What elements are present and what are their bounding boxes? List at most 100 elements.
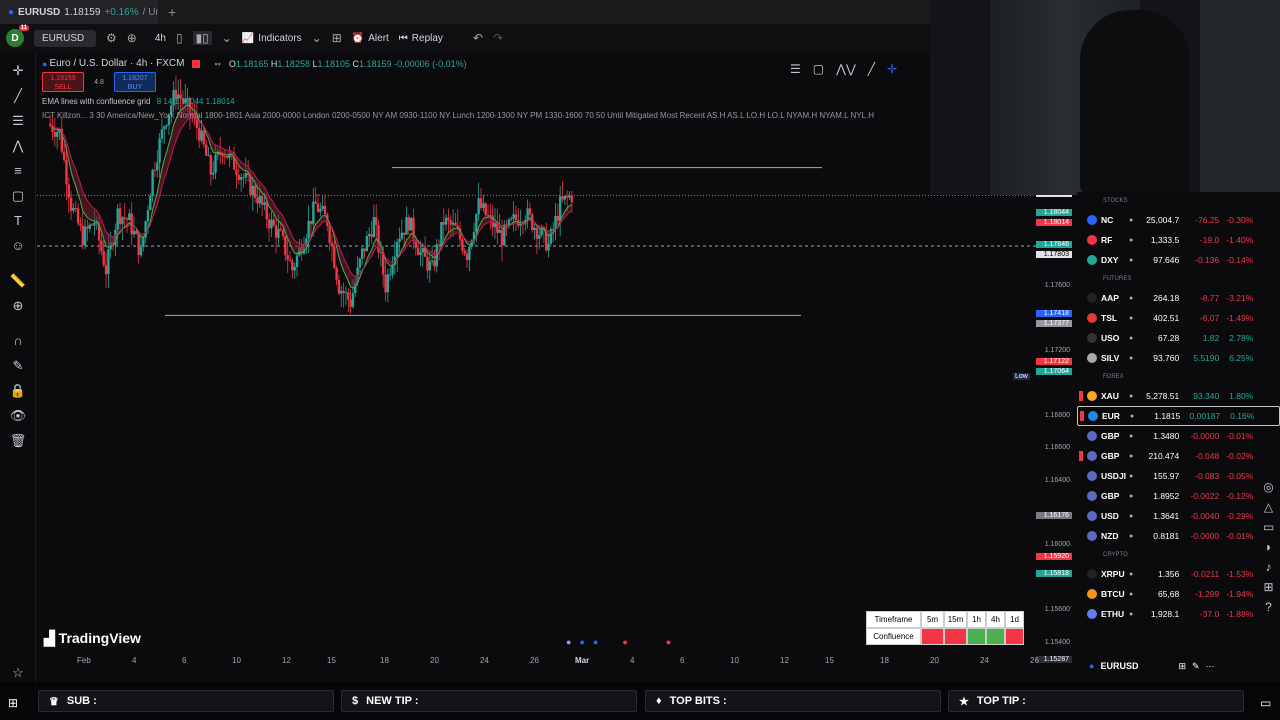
- watchlist-row[interactable]: GBP ● 1.8952 -0.0022 -0.12%: [1077, 486, 1280, 506]
- buy-button[interactable]: 1.18207 BUY: [114, 72, 156, 92]
- symbol-logo-icon: [1087, 451, 1097, 461]
- line-icon[interactable]: ╱: [868, 62, 875, 76]
- event-flag-icon[interactable]: ●: [579, 637, 584, 647]
- zoom-icon[interactable]: ⊕: [0, 293, 36, 318]
- chevron-down-icon[interactable]: ⌄: [312, 31, 322, 45]
- event-icon[interactable]: ●: [566, 637, 571, 647]
- chat-icon[interactable]: ▭: [1260, 696, 1271, 710]
- pattern-icon[interactable]: ⋀: [0, 133, 36, 158]
- us-flag-icon[interactable]: ●: [622, 637, 627, 647]
- bell-icon[interactable]: ♪: [1266, 560, 1272, 574]
- watchlist-row[interactable]: SILV ● 93.760 5.5190 6.25%: [1077, 348, 1280, 368]
- candle-body: [342, 290, 345, 294]
- watchlist-row[interactable]: TSL ● 402.51 -6.07 -1.49%: [1077, 308, 1280, 328]
- top-bits-panel: ♦ TOP BITS :: [645, 690, 941, 712]
- grid-icon[interactable]: ⊞: [1263, 580, 1273, 594]
- watchlist-section-title[interactable]: FUTURES: [1077, 270, 1280, 288]
- symbol-search[interactable]: EURUSD: [34, 29, 96, 47]
- replay-label: Replay: [411, 32, 443, 44]
- sell-button[interactable]: 1.18159 SELL: [42, 72, 84, 92]
- event-flag-icon[interactable]: ●: [593, 637, 598, 647]
- emoji-icon[interactable]: ☺: [0, 233, 36, 258]
- price-chart[interactable]: [37, 52, 1077, 682]
- fib-icon[interactable]: ≡: [0, 158, 36, 183]
- more-dots-icon[interactable]: ▪▪: [214, 59, 220, 69]
- watchlist-row[interactable]: AAP ● 264.18 -8.77 -3.21%: [1077, 288, 1280, 308]
- list-icon[interactable]: ☰: [790, 62, 801, 76]
- us-flag-icon[interactable]: ●: [666, 637, 671, 647]
- chevron-down-icon[interactable]: ⌄: [222, 31, 232, 45]
- watch-symbol: TSL: [1101, 313, 1118, 323]
- crosshair-icon[interactable]: ✛: [0, 58, 36, 83]
- watchlist-row[interactable]: NC ● 25,004.7 -76.25 -0.30%: [1077, 210, 1280, 230]
- shape-icon[interactable]: ▢: [0, 183, 36, 208]
- indicators-button[interactable]: 📈 Indicators: [242, 33, 302, 44]
- horizontal-lines-icon[interactable]: ☰: [0, 108, 36, 133]
- magnet-icon[interactable]: ∩: [0, 328, 36, 353]
- help-icon[interactable]: ?: [1265, 600, 1272, 614]
- watchlist-section-title[interactable]: STOCKS: [1077, 192, 1280, 210]
- watchlist-section-title[interactable]: FOREX: [1077, 368, 1280, 386]
- watchlist-row[interactable]: NZD ● 0.8181 -0.0000 -0.01%: [1077, 526, 1280, 546]
- ruler-icon[interactable]: 📏: [0, 268, 36, 293]
- time-axis[interactable]: Feb 4 6 10 12 15 18 20 24 26 Mar 4 6 10 12 15 18 20 24 26: [37, 654, 1067, 668]
- watchlist-row[interactable]: USO ● 67.28 1.82 2.78%: [1077, 328, 1280, 348]
- alert-button[interactable]: ⏰ Alert: [352, 33, 389, 44]
- watch-last: 1.3480: [1153, 431, 1180, 441]
- watchlist-row[interactable]: BTCU ● 65,68 -1,299 -1.94%: [1077, 584, 1280, 604]
- watchlist-row[interactable]: RF ● 1,333.5 -19.0 -1.40%: [1077, 230, 1280, 250]
- footer-symbol[interactable]: EURUSD: [1100, 661, 1160, 671]
- candle-body: [146, 210, 150, 222]
- watchlist-row[interactable]: USD ● 1.3641 -0.0040 -0.29%: [1077, 506, 1280, 526]
- crosshair-blue-icon[interactable]: ✛: [887, 62, 897, 76]
- pencil-lock-icon[interactable]: ✎: [0, 353, 36, 378]
- text-icon[interactable]: T: [0, 208, 36, 233]
- target-icon[interactable]: ◎: [1263, 480, 1273, 494]
- box-icon[interactable]: ▢: [813, 62, 824, 76]
- candle-style-icon[interactable]: ▮▯: [192, 31, 212, 45]
- calendar-icon[interactable]: ▭: [1263, 520, 1274, 534]
- add-symbol-icon[interactable]: ⊕: [127, 31, 137, 45]
- watchlist-row[interactable]: ETHU ● 1,928.1 -37.0 -1.88%: [1077, 604, 1280, 624]
- watchlist-section-title[interactable]: CRYPTO: [1077, 546, 1280, 564]
- candle-body: [419, 252, 422, 255]
- edit-icon[interactable]: ✎: [1192, 661, 1200, 672]
- trash-icon[interactable]: 🗑: [0, 428, 36, 453]
- watchlist-row[interactable]: GBP ● 210.474 -0.048 -0.02%: [1077, 446, 1280, 466]
- layout-grid-icon[interactable]: ⊞: [332, 31, 342, 45]
- replay-button[interactable]: ⏮ Replay: [399, 33, 443, 44]
- watchlist-row[interactable]: XAU ● 5,278.51 93.340 1.80%: [1077, 386, 1280, 406]
- lock-icon[interactable]: 🔒: [0, 378, 36, 403]
- cf-status-cell: [967, 628, 986, 645]
- more-icon[interactable]: ⋯: [1206, 661, 1215, 672]
- watchlist-row[interactable]: EUR ● 1.1815 0.00187 0.16%: [1077, 406, 1280, 426]
- user-avatar[interactable]: D 11: [6, 25, 29, 47]
- watchlist-row[interactable]: USDJI ● 155.97 -0.083 -0.05%: [1077, 466, 1280, 486]
- watchlist-row[interactable]: DXY ● 97.646 -0.136 -0.14%: [1077, 250, 1280, 270]
- wave-icon[interactable]: ⋀⋁: [836, 62, 856, 76]
- settings-icon[interactable]: ⚙: [106, 31, 117, 45]
- redo-icon[interactable]: ↷: [493, 31, 503, 45]
- watchlist-row[interactable]: XRPU ● 1.356 -0.0211 -1.53%: [1077, 564, 1280, 584]
- candle-body: [100, 240, 103, 252]
- time-label: 15: [327, 656, 336, 665]
- watch-change: 0.00187: [1189, 411, 1221, 421]
- price-axis[interactable]: 1.188001.186001.184001.176001.172001.168…: [1030, 87, 1076, 663]
- trend-line-icon[interactable]: ╱: [0, 83, 36, 108]
- signal-icon[interactable]: ◗: [1265, 540, 1272, 554]
- indicator-ict-killzones[interactable]: ICT Killzon... 3 30 America/New_York Nor…: [42, 111, 928, 120]
- chart-area[interactable]: [37, 52, 1077, 682]
- indicator-ema[interactable]: EMA lines with confluence grid 8 14 1.18…: [42, 97, 928, 106]
- watchlist-row[interactable]: GBP ● 1.3480 -0.0000 -0.01%: [1077, 426, 1280, 446]
- timeframe-button[interactable]: 4h: [155, 33, 166, 44]
- cf-status-cell: [1005, 628, 1024, 645]
- undo-icon[interactable]: ↶: [473, 31, 483, 45]
- windows-start-icon[interactable]: ⊞: [8, 696, 18, 710]
- bar-style-icon[interactable]: ▯: [176, 31, 183, 45]
- chart-tab[interactable]: ● EURUSD 1.18159 +0.16% / Un ×: [0, 0, 158, 24]
- new-tab-icon[interactable]: +: [168, 4, 176, 20]
- alert-triangle-icon[interactable]: △: [1264, 500, 1273, 514]
- eye-icon[interactable]: 👁: [0, 403, 36, 428]
- layout-icon[interactable]: ⊞: [1178, 661, 1186, 672]
- dot-separator: ●: [1129, 512, 1134, 520]
